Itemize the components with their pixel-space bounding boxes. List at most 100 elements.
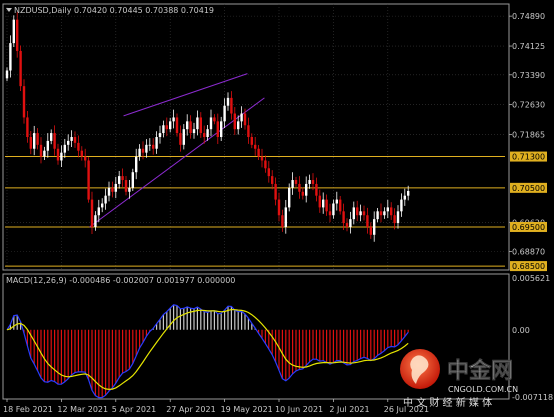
candle-bear — [26, 117, 29, 137]
candle-bull — [186, 121, 189, 130]
time-tick-label: 2 Jul 2021 — [329, 405, 369, 414]
candle-bear — [243, 113, 247, 126]
candle-bear — [301, 191, 304, 196]
time-axis: 18 Feb 2021 12 Mar 2021 5 Apr 2021 27 Apr 2… — [3, 399, 429, 414]
macd-tick-label: 0.005621 — [512, 274, 550, 283]
candle-bull — [305, 183, 308, 196]
candle-bear — [315, 183, 318, 196]
candle-bull — [155, 137, 158, 149]
candle-bull — [145, 144, 148, 153]
candle-bear — [318, 195, 321, 208]
candle-bull — [403, 195, 406, 200]
candle-bull — [400, 199, 403, 212]
candle-bear — [345, 223, 349, 227]
candle-bull — [240, 113, 243, 122]
time-tick-label: 26 Jul 2021 — [384, 405, 429, 414]
channel-upper-line — [123, 73, 248, 117]
candle-bear — [111, 187, 114, 192]
candle-bear — [264, 160, 267, 169]
candle-bull — [101, 203, 104, 208]
price-tick-label: 0.72630 — [512, 101, 545, 110]
candle-bear — [325, 199, 328, 212]
candle-bear — [216, 121, 219, 137]
level-label: 0.71300 — [512, 153, 545, 162]
macd-axis: 0.005621 0.00 -0.007118 — [512, 274, 553, 402]
candle-bull — [67, 140, 70, 145]
candle-bull — [376, 211, 379, 220]
candle-bear — [230, 97, 233, 114]
candle-bull — [9, 43, 12, 71]
candle-bear — [16, 19, 19, 51]
candle-bull — [104, 195, 107, 204]
candle-bear — [152, 144, 155, 149]
candle-bull — [114, 183, 117, 192]
candle-bull — [162, 125, 165, 134]
candle-bull — [135, 156, 138, 173]
candlestick-series — [5, 12, 410, 242]
candle-bull — [107, 187, 111, 196]
candle-bear — [29, 137, 32, 149]
candle-bear — [203, 133, 206, 137]
candle-bull — [94, 215, 97, 227]
candle-bear — [247, 125, 250, 137]
candle-bear — [53, 133, 56, 149]
candle-bear — [294, 180, 298, 184]
candle-bear — [77, 142, 80, 151]
price-tick-label: 0.68870 — [512, 248, 545, 257]
candle-bull — [128, 187, 131, 192]
macd-histogram — [9, 304, 409, 398]
candle-bull — [158, 133, 162, 137]
candle-bear — [90, 199, 94, 227]
candle-bull — [60, 152, 63, 161]
brand-domain: CNGOLD.COM.CN — [448, 385, 518, 394]
candle-bull — [332, 203, 335, 216]
candle-bull — [223, 105, 226, 122]
candle-bear — [390, 207, 393, 216]
candle-bull — [322, 199, 325, 208]
candle-bull — [43, 150, 46, 157]
trading-chart: 0.748900.741250.733900.726300.718650.696… — [2, 3, 553, 414]
candle-bear — [56, 148, 60, 161]
candle-bear — [271, 176, 274, 184]
price-tick-label: 0.71865 — [512, 130, 545, 139]
candle-bear — [36, 133, 39, 145]
candle-bear — [84, 156, 87, 161]
candle-bear — [281, 215, 284, 227]
candle-bear — [199, 117, 202, 134]
price-tick-label: 0.73390 — [512, 71, 545, 80]
candle-bear — [257, 148, 260, 157]
candle-bear — [298, 183, 301, 192]
candle-bull — [131, 172, 134, 188]
candle-bull — [308, 180, 311, 184]
candle-bull — [33, 133, 36, 149]
candle-bear — [339, 199, 342, 212]
candle-bull — [407, 190, 410, 196]
candle-bear — [277, 199, 281, 216]
candle-bear — [213, 117, 216, 122]
candle-bear — [19, 50, 22, 87]
macd-header-text: MACD(12,26,9) -0.000486 -0.002007 0.0019… — [6, 276, 235, 285]
candle-bull — [50, 133, 53, 141]
candle-bull — [12, 19, 15, 44]
candle-bull — [226, 97, 230, 106]
level-label: 0.69500 — [512, 223, 545, 232]
symbol-header-text: NZDUSD,Daily 0.70420 0.70445 0.70388 0.7… — [14, 6, 214, 15]
candle-bear — [311, 180, 315, 184]
candle-bull — [5, 70, 9, 79]
candle-bear — [175, 117, 179, 134]
candle-bear — [39, 144, 43, 157]
horizontal-levels — [5, 156, 505, 267]
candle-bear — [124, 180, 128, 192]
candle-bear — [179, 133, 182, 145]
price-axis: 0.748900.741250.733900.726300.718650.696… — [509, 12, 547, 272]
candle-bear — [362, 211, 366, 216]
price-tick-label: 0.74125 — [512, 42, 545, 51]
candle-bear — [250, 137, 253, 145]
candle-bull — [97, 207, 100, 216]
time-tick-label: 19 May 2021 — [221, 405, 273, 414]
candle-bear — [356, 207, 359, 216]
candle-bull — [118, 176, 121, 184]
candle-bull — [148, 144, 151, 146]
candle-bull — [386, 207, 389, 212]
candle-bull — [46, 140, 49, 151]
